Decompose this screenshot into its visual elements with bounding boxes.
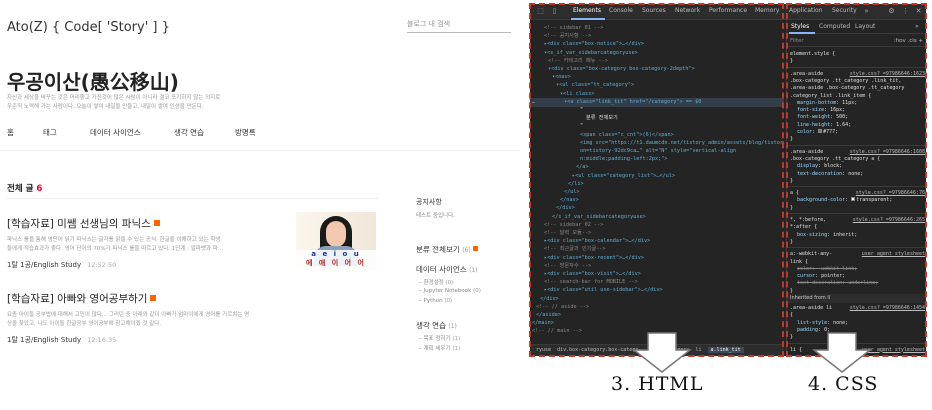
post-title-text: [학습자료] 미쌤 선생님의 파닉스 bbox=[7, 218, 151, 230]
new-badge-icon bbox=[472, 246, 478, 251]
category-count: (1) bbox=[469, 267, 478, 274]
hero-desc-line: 우준직 노력해 가는 사람이다. 오늘이 쌓여 내일을 만들고, 내일이 쌓여 … bbox=[7, 104, 204, 110]
divider bbox=[0, 150, 520, 151]
nav-item-guestbook[interactable]: 방명록 bbox=[235, 127, 285, 138]
post-time: 12:16:35 bbox=[87, 336, 117, 344]
subcategory-label: 목표 정하기 bbox=[423, 336, 451, 342]
html-highlight-box bbox=[529, 3, 784, 357]
subcategory-item[interactable]: – 계획 세우기 (1) bbox=[419, 344, 460, 352]
subcategory-item[interactable]: – 환경설정 (0) bbox=[419, 278, 453, 286]
category-count: (1) bbox=[448, 323, 457, 330]
excerpt-line: 들에게 적습효과가 좋다. 영어 단어의 70%가 파닉스 룰을 따르고 있다.… bbox=[7, 246, 224, 252]
all-posts-heading: 전체 글 6 bbox=[7, 182, 42, 194]
post-category[interactable]: 1탈 1공/English Study bbox=[7, 336, 81, 344]
post-excerpt: 요즘 아이들 공부법에 대해서 고민이 많다... 그러던 중 아래와 같이 아… bbox=[7, 311, 282, 329]
subcategory-label: Jupyter Notebook bbox=[423, 288, 472, 294]
subcategory-item[interactable]: – Jupyter Notebook (0) bbox=[419, 288, 481, 294]
new-badge-icon bbox=[153, 220, 160, 226]
thumbnail-vowels-kr: 에 애 이 어 어 bbox=[306, 259, 366, 267]
subcategory-count: (0) bbox=[445, 280, 454, 286]
category-item[interactable]: 생각 연습 (1) bbox=[416, 320, 457, 331]
post-title[interactable]: [학습자료] 아빠와 영어공부하기 bbox=[7, 291, 282, 306]
nav-item-home[interactable]: 홈 bbox=[7, 127, 43, 138]
css-highlight-box bbox=[786, 3, 927, 357]
divider bbox=[7, 198, 379, 199]
subcategory-item[interactable]: – Python (0) bbox=[419, 298, 452, 304]
down-arrow-icon bbox=[632, 332, 692, 373]
blog-page: Ato(Z) { Code[ 'Story' ] } 블로그 내 검색 우공이산… bbox=[0, 0, 520, 410]
thumbnail-caption: a e i o u 에 애 이 어 어 bbox=[296, 250, 376, 270]
post-time: 12:52:50 bbox=[87, 261, 117, 269]
post-meta: 1탈 1공/English Study 12:16:35 bbox=[7, 335, 282, 345]
subcategory-count: (0) bbox=[473, 288, 481, 294]
category-all-count: (6) bbox=[462, 247, 471, 254]
subcategory-count: (1) bbox=[452, 346, 461, 352]
thumbnail-vowels: a e i o u bbox=[311, 250, 361, 258]
hero-title: 우공이산(愚公移山) bbox=[7, 70, 179, 94]
subcategory-label: 환경설정 bbox=[423, 280, 444, 286]
all-posts-count: 6 bbox=[36, 184, 43, 194]
down-arrow-icon bbox=[812, 332, 872, 373]
post-category[interactable]: 1탈 1공/English Study bbox=[7, 261, 81, 269]
post-thumbnail[interactable]: a e i o u 에 애 이 어 어 bbox=[296, 212, 376, 270]
nav-item-tag[interactable]: 태그 bbox=[43, 127, 90, 138]
post-item[interactable]: [학습자료] 아빠와 영어공부하기 요즘 아이들 공부법에 대해서 고민이 많다… bbox=[7, 291, 282, 345]
post-excerpt: 파닉스 룰을 통해 영단어 읽기 파닉스는 글자를 읽을 수 있는 공식. 한글… bbox=[7, 236, 282, 254]
subcategory-count: (1) bbox=[452, 336, 461, 342]
category-item[interactable]: 데이터 사이언스 (1) bbox=[416, 264, 478, 275]
all-posts-label: 전체 글 bbox=[7, 184, 34, 194]
main-nav: 홈 태그 데이터 사이언스 생각 연습 방명록 bbox=[7, 127, 285, 138]
excerpt-line: 파닉스 룰을 통해 영단어 읽기 파닉스는 글자를 읽을 수 있는 공식. 한글… bbox=[7, 237, 221, 243]
post-item[interactable]: [학습자료] 미쌤 선생님의 파닉스 파닉스 룰을 통해 영단어 읽기 파닉스는… bbox=[7, 216, 282, 270]
category-all-label: 분류 전체보기 bbox=[416, 245, 460, 254]
nav-item-thinking[interactable]: 생각 연습 bbox=[174, 127, 235, 138]
post-title-text: [학습자료] 아빠와 영어공부하기 bbox=[7, 293, 148, 305]
subcategory-label: Python bbox=[423, 298, 443, 304]
category-all[interactable]: 분류 전체보기 (6) bbox=[416, 244, 478, 255]
blog-title[interactable]: Ato(Z) { Code[ 'Story' ] } bbox=[7, 20, 170, 35]
hero-description: 자신과 세상을 바꾸는 것은 머리좋고 가진것이 많은 사람이 아니라 결코 포… bbox=[7, 94, 277, 112]
category-label: 생각 연습 bbox=[416, 321, 446, 330]
hero-desc-line: 자신과 세상을 바꾸는 것은 머리좋고 가진것이 많은 사람이 아니라 결코 포… bbox=[7, 95, 221, 101]
thumbnail-face bbox=[326, 221, 346, 247]
subcategory-count: (0) bbox=[444, 298, 453, 304]
category-label: 데이터 사이언스 bbox=[416, 265, 467, 274]
post-meta: 1탈 1공/English Study 12:52:50 bbox=[7, 260, 282, 270]
new-badge-icon bbox=[150, 295, 157, 301]
excerpt-line: 요즘 아이들 공부법에 대해서 고민이 많다... 그러던 중 아래와 같이 아… bbox=[7, 312, 250, 318]
html-label: 3. HTML bbox=[611, 373, 704, 395]
nav-item-data-science[interactable]: 데이터 사이언스 bbox=[90, 127, 174, 138]
notice-title: 공지사항 bbox=[416, 198, 442, 206]
css-label: 4. CSS bbox=[808, 373, 879, 395]
post-title[interactable]: [학습자료] 미쌤 선생님의 파닉스 bbox=[7, 216, 282, 231]
subcategory-label: 계획 세우기 bbox=[423, 346, 451, 352]
subcategory-item[interactable]: – 목표 정하기 (1) bbox=[419, 334, 460, 342]
notice-body[interactable]: 테스트 중입니다. bbox=[416, 211, 455, 219]
excerpt-line: 상을 찾았고, 나도 아이들 한글공부 영어공부에 참고해야겠 것 같다. bbox=[7, 321, 162, 327]
search-input[interactable]: 블로그 내 검색 bbox=[407, 17, 511, 33]
